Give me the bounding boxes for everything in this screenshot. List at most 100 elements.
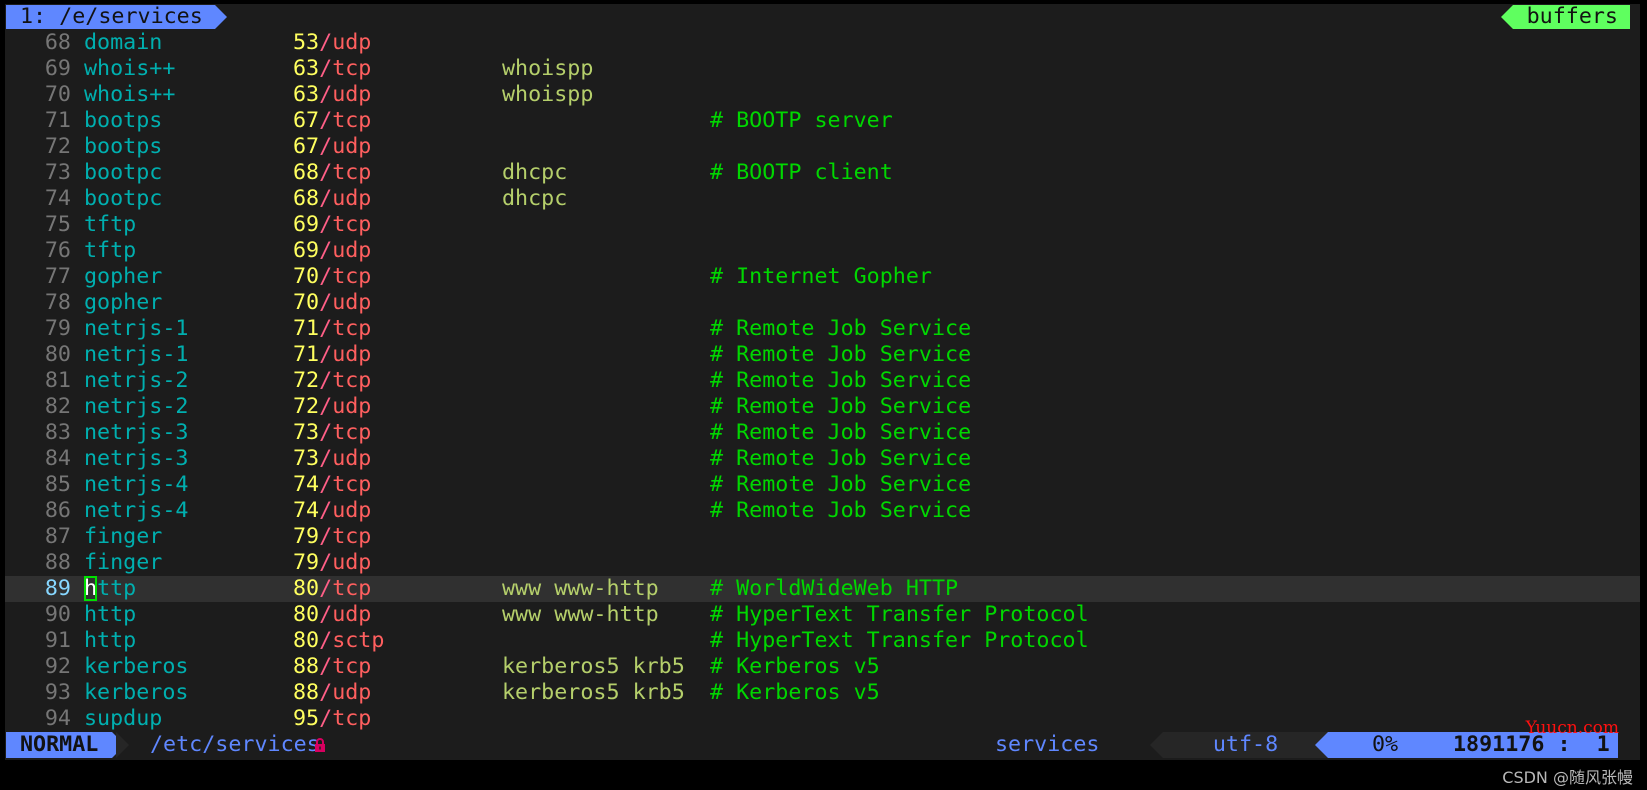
service-name: gopher bbox=[84, 290, 163, 315]
line-90[interactable]: 90 http 80/udp www www-http # HyperText Tran… bbox=[5, 602, 1640, 628]
line-70[interactable]: 70 whois++ 63/udp whoispp bbox=[5, 82, 1640, 108]
port-proto: 95/tcp bbox=[293, 706, 371, 732]
tab-services[interactable]: 1: /e/services bbox=[6, 5, 227, 29]
protocol: tcp bbox=[332, 654, 372, 679]
watermark-csdn: CSDN @随风张幔 bbox=[1502, 768, 1633, 787]
protocol: udp bbox=[332, 680, 372, 705]
protocol: sctp bbox=[332, 628, 385, 653]
line-93[interactable]: 93 kerberos 88/udp kerberos5 krb5 # Kerberos… bbox=[5, 680, 1640, 706]
line-number: 79 bbox=[44, 316, 71, 341]
port-proto: 73/udp bbox=[293, 446, 371, 472]
protocol: udp bbox=[332, 550, 372, 575]
port: 72 bbox=[293, 394, 320, 419]
line-89[interactable]: 89 http 80/tcp www www-http # WorldWideWeb H… bbox=[5, 576, 1640, 602]
line-69[interactable]: 69 whois++ 63/tcp whoispp bbox=[5, 56, 1640, 82]
aliases: www www-http bbox=[502, 602, 659, 627]
aliases: kerberos5 krb5 bbox=[502, 654, 685, 679]
protocol: tcp bbox=[332, 420, 372, 445]
port: 72 bbox=[293, 368, 320, 393]
protocol: udp bbox=[332, 446, 372, 471]
line-87[interactable]: 87 finger 79/tcp bbox=[5, 524, 1640, 550]
protocol: tcp bbox=[332, 264, 372, 289]
percent: 0% bbox=[1372, 732, 1399, 757]
comment: # Remote Job Service bbox=[710, 342, 972, 367]
slash: / bbox=[319, 576, 333, 601]
port: 70 bbox=[293, 290, 320, 315]
service-name-rest: ttp bbox=[97, 576, 137, 601]
port-proto: 63/udp bbox=[293, 82, 371, 108]
line-91[interactable]: 91 http 80/sctp # HyperText Transfer Protoc… bbox=[5, 628, 1640, 654]
line-82[interactable]: 82 netrjs-2 72/udp # Remote Job Service bbox=[5, 394, 1640, 420]
line-94[interactable]: 94 supdup 95/tcp bbox=[5, 706, 1640, 732]
slash: / bbox=[319, 186, 333, 211]
port-proto: 79/udp bbox=[293, 550, 371, 576]
buffers-label[interactable]: buffers bbox=[1500, 5, 1630, 29]
port: 71 bbox=[293, 342, 320, 367]
line-number: 78 bbox=[44, 290, 71, 315]
line-73[interactable]: 73 bootpc 68/tcp dhcpc # BOOTP client bbox=[5, 160, 1640, 186]
comment: # Kerberos v5 bbox=[710, 680, 880, 705]
port-proto: 70/udp bbox=[293, 290, 371, 316]
port-proto: 79/tcp bbox=[293, 524, 371, 550]
line-number: 84 bbox=[44, 446, 71, 471]
line-86[interactable]: 86 netrjs-4 74/udp # Remote Job Service bbox=[5, 498, 1640, 524]
service-name: bootpc bbox=[84, 160, 163, 185]
port: 63 bbox=[293, 56, 320, 81]
aliases: dhcpc bbox=[502, 160, 568, 185]
slash: / bbox=[319, 602, 333, 627]
line-81[interactable]: 81 netrjs-2 72/tcp # Remote Job Service bbox=[5, 368, 1640, 394]
service-name: netrjs-1 bbox=[84, 342, 189, 367]
slash: / bbox=[319, 264, 333, 289]
slash: / bbox=[319, 420, 333, 445]
line-76[interactable]: 76 tftp 69/udp bbox=[5, 238, 1640, 264]
port: 88 bbox=[293, 654, 320, 679]
protocol: udp bbox=[332, 602, 372, 627]
line-68[interactable]: 68 domain 53/udp bbox=[5, 30, 1640, 56]
line-71[interactable]: 71 bootps 67/tcp # BOOTP server bbox=[5, 108, 1640, 134]
slash: / bbox=[319, 394, 333, 419]
line-88[interactable]: 88 finger 79/udp bbox=[5, 550, 1640, 576]
comment: # Remote Job Service bbox=[710, 498, 972, 523]
lock-icon bbox=[315, 738, 325, 752]
slash: / bbox=[319, 368, 333, 393]
slash: / bbox=[319, 628, 333, 653]
service-name: http bbox=[84, 602, 137, 627]
line-83[interactable]: 83 netrjs-3 73/tcp # Remote Job Service bbox=[5, 420, 1640, 446]
line-80[interactable]: 80 netrjs-1 71/udp # Remote Job Service bbox=[5, 342, 1640, 368]
line-number: 82 bbox=[44, 394, 71, 419]
aliases: kerberos5 krb5 bbox=[502, 680, 685, 705]
protocol: tcp bbox=[332, 576, 372, 601]
line-number: 68 bbox=[44, 30, 71, 55]
line-number: 86 bbox=[44, 498, 71, 523]
service-name: kerberos bbox=[84, 680, 189, 705]
line-72[interactable]: 72 bootps 67/udp bbox=[5, 134, 1640, 160]
comment: # Remote Job Service bbox=[710, 420, 972, 445]
line-85[interactable]: 85 netrjs-4 74/tcp # Remote Job Service bbox=[5, 472, 1640, 498]
comment: # HyperText Transfer Protocol bbox=[710, 602, 1089, 627]
line-74[interactable]: 74 bootpc 68/udp dhcpc bbox=[5, 186, 1640, 212]
mode-indicator: NORMAL bbox=[6, 732, 126, 758]
slash: / bbox=[319, 134, 333, 159]
line-92[interactable]: 92 kerberos 88/tcp kerberos5 krb5 # Kerberos… bbox=[5, 654, 1640, 680]
line-77[interactable]: 77 gopher 70/tcp # Internet Gopher bbox=[5, 264, 1640, 290]
comment: # Remote Job Service bbox=[710, 446, 972, 471]
protocol: udp bbox=[332, 342, 372, 367]
comment: # Remote Job Service bbox=[710, 368, 972, 393]
slash: / bbox=[319, 498, 333, 523]
line-79[interactable]: 79 netrjs-1 71/tcp # Remote Job Service bbox=[5, 316, 1640, 342]
port-proto: 68/tcp bbox=[293, 160, 371, 186]
port: 69 bbox=[293, 238, 320, 263]
service-name: bootpc bbox=[84, 186, 163, 211]
port-proto: 72/tcp bbox=[293, 368, 371, 394]
line-number: 83 bbox=[44, 420, 71, 445]
line-number: 75 bbox=[44, 212, 71, 237]
comment: # BOOTP client bbox=[710, 160, 893, 185]
service-name: tftp bbox=[84, 238, 137, 263]
line-78[interactable]: 78 gopher 70/udp bbox=[5, 290, 1640, 316]
port: 73 bbox=[293, 446, 320, 471]
aliases: whoispp bbox=[502, 82, 594, 107]
line-75[interactable]: 75 tftp 69/tcp bbox=[5, 212, 1640, 238]
protocol: udp bbox=[332, 30, 372, 55]
line-number: 73 bbox=[44, 160, 71, 185]
line-84[interactable]: 84 netrjs-3 73/udp # Remote Job Service bbox=[5, 446, 1640, 472]
